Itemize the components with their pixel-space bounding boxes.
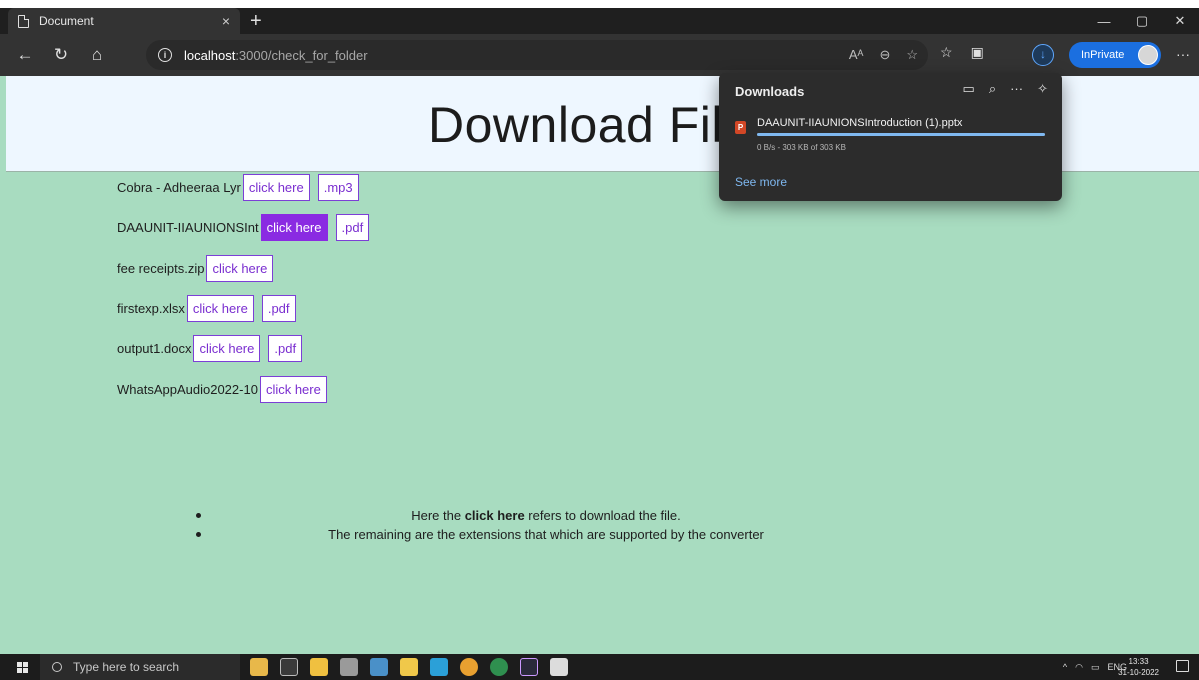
minimize-icon[interactable]: — xyxy=(1085,14,1123,29)
file-explorer-icon[interactable] xyxy=(400,658,418,676)
taskbar-apps xyxy=(250,658,568,676)
window-controls: — ▢ ✕ xyxy=(1085,8,1199,34)
taskbar: Type here to search ^ ◠ ▭ ENG 13:33 31-1… xyxy=(0,654,1199,680)
task-view-icon[interactable] xyxy=(280,658,298,676)
file-name: WhatsAppAudio2022-10 xyxy=(117,381,258,397)
extension-button[interactable]: .pdf xyxy=(261,294,296,322)
more-icon[interactable]: ··· xyxy=(1176,46,1190,62)
windows-start-icon[interactable] xyxy=(17,661,28,673)
pin-icon[interactable]: ✧ xyxy=(1037,81,1048,97)
store-icon[interactable] xyxy=(310,658,328,676)
favorites-icon[interactable]: ☆ xyxy=(940,44,953,61)
clock[interactable]: 13:33 31-10-2022 xyxy=(1118,656,1159,678)
help-notes: Here the click here refers to download t… xyxy=(196,508,896,546)
tab-title: Document xyxy=(39,14,94,28)
clock-date: 31-10-2022 xyxy=(1118,668,1159,677)
edge-icon[interactable] xyxy=(430,658,448,676)
terminal-icon[interactable] xyxy=(520,658,538,676)
restore-icon[interactable]: ▢ xyxy=(1123,13,1161,29)
site-info-icon[interactable]: i xyxy=(158,48,172,62)
download-progress-bar xyxy=(757,133,1045,136)
ppt-icon: P xyxy=(735,121,746,134)
file-row: Cobra - Adheeraa Lyr click here .mp3 xyxy=(117,173,367,201)
file-row: output1.docx click here .pdf xyxy=(117,334,310,362)
download-file-name: DAAUNIT-IIAUNIONSIntroduction (1).pptx xyxy=(757,117,963,129)
notifications-icon[interactable] xyxy=(1176,660,1189,672)
clock-time: 13:33 xyxy=(1128,657,1149,666)
search-placeholder: Type here to search xyxy=(73,660,180,674)
battery-icon[interactable]: ▭ xyxy=(1091,662,1100,673)
note-text: Here the click here refers to download t… xyxy=(411,508,681,523)
zoom-icon[interactable]: ⊖ xyxy=(879,47,890,63)
inprivate-label: InPrivate xyxy=(1081,49,1125,61)
download-button[interactable]: click here xyxy=(193,334,261,362)
address-toolbar: ← ↻ ⌂ i localhost :3000/check_for_folder… xyxy=(0,34,1199,76)
download-status: 0 B/s - 303 KB of 303 KB xyxy=(757,143,846,152)
file-name: fee receipts.zip xyxy=(117,260,205,276)
search-icon[interactable]: ⌕ xyxy=(989,81,996,97)
chrome-alt-icon[interactable] xyxy=(490,658,508,676)
url-path: :3000/check_for_folder xyxy=(235,47,368,63)
tab-document[interactable]: Document × xyxy=(8,8,240,34)
url-host: localhost xyxy=(184,47,236,63)
refresh-icon[interactable]: ↻ xyxy=(50,45,72,65)
downloads-icon[interactable]: ↓ xyxy=(1032,44,1054,66)
back-icon[interactable]: ← xyxy=(14,45,36,65)
mail-icon[interactable] xyxy=(370,658,388,676)
download-button[interactable]: click here xyxy=(206,254,274,282)
file-name: DAAUNIT-IIAUNIONSInt xyxy=(117,219,259,235)
download-button[interactable]: click here xyxy=(260,213,328,241)
bullet xyxy=(196,513,201,518)
file-row: firstexp.xlsx click here .pdf xyxy=(117,294,304,322)
download-button[interactable]: click here xyxy=(242,173,310,201)
document-icon xyxy=(18,14,29,28)
read-aloud-icon[interactable]: Aᴬ xyxy=(849,47,864,63)
taskbar-search[interactable]: Type here to search xyxy=(40,654,240,680)
chrome-icon[interactable] xyxy=(460,658,478,676)
add-favorite-icon[interactable]: ☆ xyxy=(906,47,918,63)
collections-icon[interactable]: ▣ xyxy=(971,44,984,61)
note-text: The remaining are the extensions that wh… xyxy=(328,527,764,542)
home-icon[interactable]: ⌂ xyxy=(86,45,108,65)
wifi-icon[interactable]: ◠ xyxy=(1075,662,1083,673)
avatar xyxy=(1138,45,1158,65)
download-button[interactable]: click here xyxy=(259,375,327,403)
inprivate-badge[interactable]: InPrivate xyxy=(1069,42,1161,68)
address-bar[interactable]: i localhost :3000/check_for_folder Aᴬ ⊖ … xyxy=(146,40,928,70)
cortana-icon[interactable] xyxy=(250,658,268,676)
photos-icon[interactable] xyxy=(550,658,568,676)
note-item: Here the click here refers to download t… xyxy=(196,508,896,527)
address-bar-icons: Aᴬ ⊖ ☆ xyxy=(849,47,918,63)
file-row: fee receipts.zip click here xyxy=(117,254,281,282)
downloads-tools: ▭ ⌕ ··· ✧ xyxy=(963,81,1048,97)
file-name: output1.docx xyxy=(117,340,192,356)
calculator-icon[interactable] xyxy=(340,658,358,676)
tab-close-icon[interactable]: × xyxy=(222,13,230,29)
close-window-icon[interactable]: ✕ xyxy=(1161,13,1199,29)
download-progress-fill xyxy=(757,133,1045,136)
file-name: firstexp.xlsx xyxy=(117,300,185,316)
show-hidden-icon[interactable]: ^ xyxy=(1063,662,1067,672)
new-tab-icon[interactable]: + xyxy=(250,11,262,31)
browser-tool-icons: ☆ ▣ xyxy=(940,44,984,61)
window-top-strip xyxy=(0,0,1199,8)
note-item: The remaining are the extensions that wh… xyxy=(196,527,896,546)
open-folder-icon[interactable]: ▭ xyxy=(963,81,975,97)
see-more-link[interactable]: See more xyxy=(735,175,787,189)
bullet xyxy=(196,532,201,537)
file-row: WhatsAppAudio2022-10 click here xyxy=(117,375,335,403)
more-options-icon[interactable]: ··· xyxy=(1010,81,1023,97)
file-row: DAAUNIT-IIAUNIONSInt click here .pdf xyxy=(117,213,377,241)
tab-bar: Document × + — ▢ ✕ xyxy=(0,8,1199,34)
search-icon xyxy=(52,662,62,672)
extension-button[interactable]: .mp3 xyxy=(317,173,359,201)
download-button[interactable]: click here xyxy=(186,294,254,322)
downloads-panel: Downloads ▭ ⌕ ··· ✧ P DAAUNIT-IIAUNIONSI… xyxy=(719,73,1062,201)
extension-button[interactable]: .pdf xyxy=(335,213,370,241)
extension-button[interactable]: .pdf xyxy=(268,334,303,362)
downloads-heading: Downloads xyxy=(735,84,805,99)
file-name: Cobra - Adheeraa Lyr xyxy=(117,179,241,195)
